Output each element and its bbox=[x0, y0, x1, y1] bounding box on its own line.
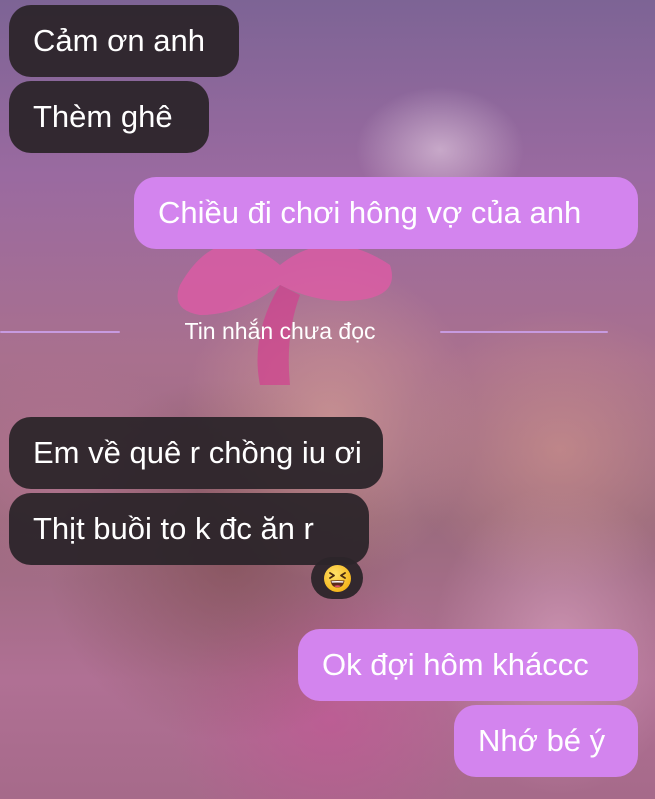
message-text: Thịt buồi to k đc ăn r bbox=[33, 511, 314, 546]
message-bubble-outgoing[interactable]: Nhớ bé ý bbox=[454, 705, 638, 777]
message-bubble-incoming[interactable]: Thèm ghê bbox=[9, 81, 209, 153]
message-text: Chiều đi chơi hông vợ của anh bbox=[158, 195, 582, 230]
unread-messages-divider: Tin nhắn chưa đọc bbox=[0, 316, 655, 348]
message-bubble-outgoing[interactable]: Ok đợi hôm kháccc bbox=[298, 629, 638, 701]
message-text: Nhớ bé ý bbox=[478, 723, 606, 758]
grinning-squinting-face-icon bbox=[323, 564, 351, 592]
message-reaction[interactable] bbox=[311, 557, 363, 599]
message-bubble-incoming[interactable]: Cảm ơn anh bbox=[9, 5, 239, 77]
message-text: Thèm ghê bbox=[33, 99, 173, 134]
message-bubble-incoming[interactable]: Em về quê r chồng iu ơi bbox=[9, 417, 383, 489]
message-bubble-incoming[interactable]: Thịt buồi to k đc ăn r bbox=[9, 493, 369, 565]
wallpaper-ribbon-decoration bbox=[177, 244, 392, 385]
message-text: Em về quê r chồng iu ơi bbox=[33, 435, 362, 470]
divider-line-right bbox=[440, 331, 608, 333]
message-text: Cảm ơn anh bbox=[33, 23, 205, 58]
message-bubble-outgoing[interactable]: Chiều đi chơi hông vợ của anh bbox=[134, 177, 638, 249]
message-text: Ok đợi hôm kháccc bbox=[322, 647, 589, 682]
unread-divider-label: Tin nhắn chưa đọc bbox=[184, 318, 376, 344]
divider-line-left bbox=[0, 331, 120, 333]
